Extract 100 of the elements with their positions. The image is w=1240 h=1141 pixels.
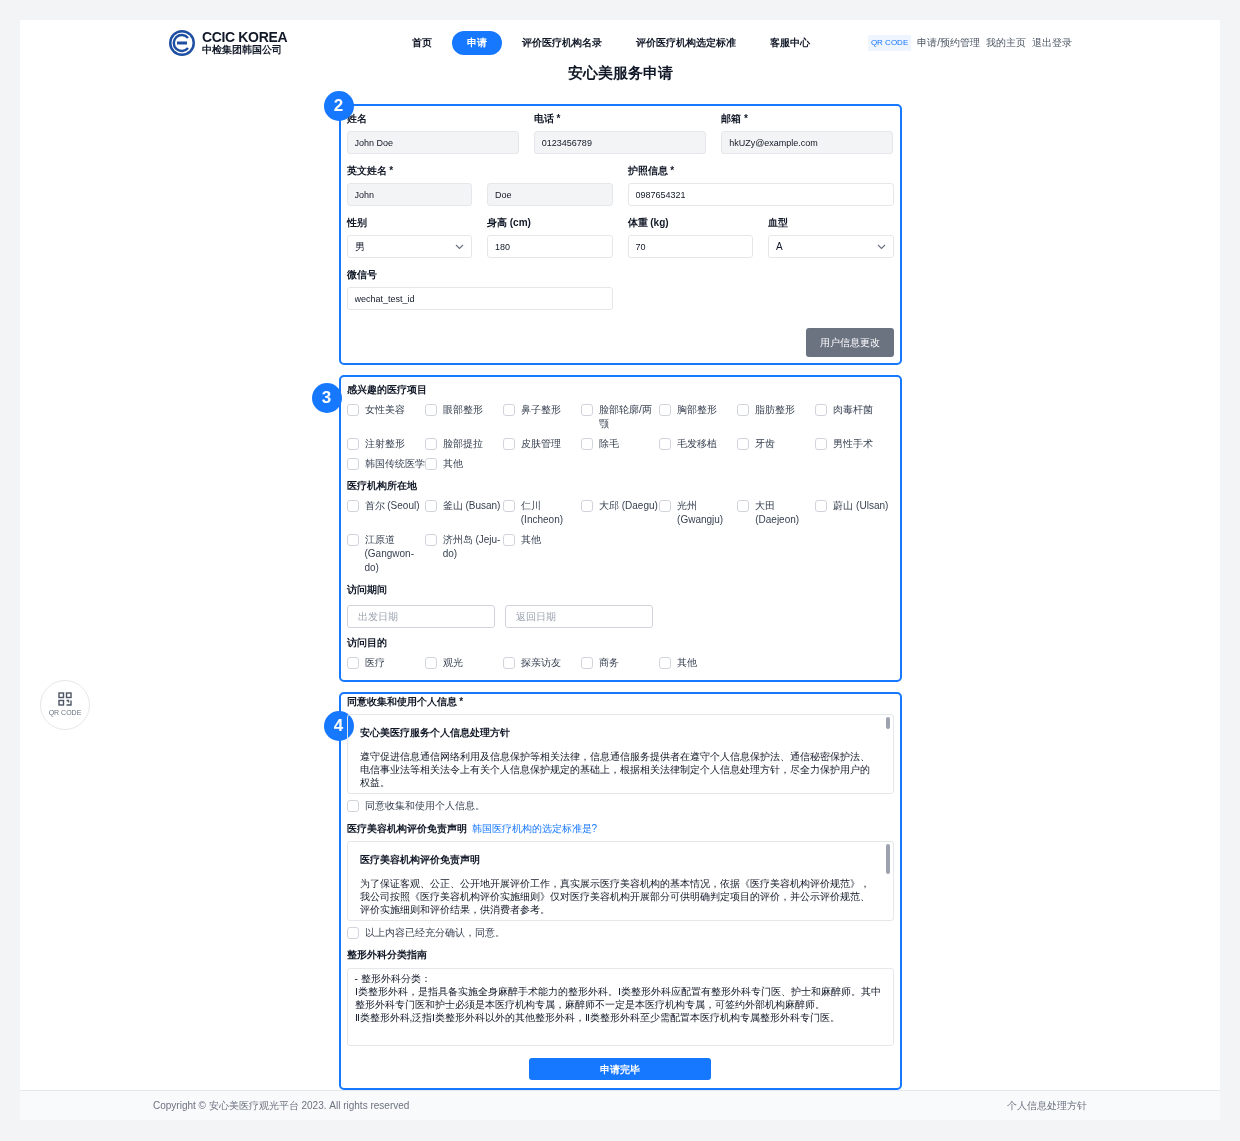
field-label: 电话 * [533, 112, 562, 127]
input-field[interactable]: 70 [627, 235, 753, 259]
checkbox-option[interactable]: 毛发移植 [659, 437, 738, 452]
checkbox-option[interactable]: 眼部整形 [424, 403, 503, 432]
checkbox-option[interactable]: 皮肤管理 [502, 437, 581, 452]
checkbox-option[interactable]: 其他 [424, 457, 503, 472]
checkbox[interactable] [346, 438, 359, 451]
checkbox[interactable] [737, 404, 750, 417]
field-label: 整形外科分类指南 [346, 948, 427, 963]
date-field[interactable]: 出发日期 [346, 605, 495, 629]
checkbox-option[interactable]: 仁川 (Incheon) [502, 499, 581, 528]
checkbox[interactable] [424, 438, 437, 451]
checkbox-option[interactable]: 女性美容 [346, 403, 425, 432]
field-label: 访问目的 [346, 636, 388, 651]
checkbox-option[interactable]: 蔚山 (Ulsan) [815, 499, 894, 528]
checkbox-option[interactable]: 商务 [580, 656, 660, 671]
nav-tab[interactable]: 申请 [452, 30, 502, 55]
checkbox-option[interactable]: 首尔 (Seoul) [346, 499, 425, 528]
checkbox-option[interactable]: 光州 (Gwangju) [659, 499, 738, 528]
checkbox[interactable] [815, 404, 828, 417]
field-label: 邮箱 * [721, 112, 749, 127]
checkbox[interactable] [502, 534, 515, 547]
nav-tab[interactable]: 客服中心 [756, 30, 824, 55]
checkbox-option[interactable]: 济州岛 (Jeju-do) [424, 533, 503, 576]
checkbox-option[interactable]: 釜山 (Busan) [424, 499, 503, 528]
checkbox[interactable] [346, 927, 359, 940]
checkbox-option[interactable]: 韩国传统医学 [346, 457, 425, 472]
checkbox-option[interactable]: 牙齿 [737, 437, 816, 452]
input-field[interactable]: John [346, 183, 472, 207]
checkbox-option[interactable]: 江原道 (Gangwon-do) [346, 533, 425, 576]
checkbox-option[interactable]: 其他 [659, 656, 738, 671]
checkbox[interactable] [502, 657, 515, 670]
checkbox-option[interactable]: 医疗 [346, 656, 425, 671]
policy-paragraph: 为了保证客观、公正、公开地开展评价工作，真实展示医疗美容机构的基本情况，依据《医疗美容机构评价规范》，我公司按照《医疗美容机构评价实施细则》仅对医疗美容机构开展部分可供明确判定项目的评价，并公示评价规范、评价实施细则和评价结果，供消费者参考。 [359, 877, 871, 917]
checkbox[interactable] [346, 657, 359, 670]
checkbox-option[interactable]: 大邱 (Daegu) [580, 499, 660, 528]
input-field[interactable]: John Doe [346, 131, 519, 155]
checkbox[interactable] [502, 404, 515, 417]
checkbox-option[interactable]: 除毛 [580, 437, 660, 452]
qr-code-link[interactable]: QR CODE [867, 34, 912, 51]
input-field[interactable]: 180 [487, 235, 613, 259]
header-link[interactable]: 申请/预约管理 [917, 35, 980, 51]
update-info-button[interactable]: 用户信息更改 [805, 328, 894, 358]
field-label: 护照信息 * [627, 164, 676, 179]
checkbox-option[interactable]: 脸部轮廓/两颚 [580, 403, 660, 432]
checkbox[interactable] [659, 500, 672, 513]
checkbox[interactable] [346, 404, 359, 417]
nav-tab[interactable]: 评价医疗机构名录 [508, 30, 616, 55]
checkbox[interactable] [424, 500, 437, 513]
privacy-policy-link[interactable]: 个人信息处理方针 [1007, 1098, 1087, 1114]
checkbox[interactable] [580, 657, 593, 670]
checkbox[interactable] [815, 438, 828, 451]
date-field[interactable]: 返回日期 [504, 605, 653, 629]
select-field[interactable]: 男 [346, 235, 472, 259]
checkbox-option[interactable]: 脸部提拉 [424, 437, 503, 452]
checkbox[interactable] [580, 438, 593, 451]
checkbox[interactable] [502, 438, 515, 451]
checkbox[interactable] [737, 500, 750, 513]
checkbox[interactable] [424, 657, 437, 670]
nav-tab[interactable]: 首页 [398, 30, 446, 55]
checkbox[interactable] [424, 458, 437, 471]
checkbox[interactable] [346, 500, 359, 513]
input-field[interactable]: Doe [487, 183, 613, 207]
input-field[interactable]: 0123456789 [533, 131, 707, 155]
checkbox[interactable] [815, 500, 828, 513]
checkbox-option[interactable]: 鼻子整形 [502, 403, 581, 432]
checkbox-option[interactable]: 探亲访友 [502, 656, 581, 671]
checkbox-option[interactable]: 脂肪整形 [737, 403, 816, 432]
checkbox-option[interactable]: 同意收集和使用个人信息。 [346, 799, 894, 814]
submit-button[interactable]: 申请完毕 [529, 1058, 711, 1081]
checkbox[interactable] [659, 438, 672, 451]
field-label: 微信号 [346, 268, 378, 283]
copyright-text: Copyright © 安心美医疗观光平台 2023. All rights reserved [153, 1099, 410, 1114]
checkbox[interactable] [737, 438, 750, 451]
input-field[interactable]: 0987654321 [627, 183, 894, 207]
nav-tab[interactable]: 评价医疗机构选定标准 [622, 30, 750, 55]
checkbox-option[interactable]: 胸部整形 [659, 403, 738, 432]
checkbox-option[interactable]: 男性手术 [815, 437, 894, 452]
checkbox-option[interactable]: 观光 [424, 656, 503, 671]
select-field[interactable]: A [768, 235, 894, 259]
checkbox[interactable] [346, 534, 359, 547]
checkbox[interactable] [346, 800, 359, 813]
checkbox[interactable] [424, 404, 437, 417]
checkbox[interactable] [424, 534, 437, 547]
criteria-link[interactable]: 韩国医疗机构的选定标准是? [471, 821, 598, 837]
checkbox[interactable] [580, 500, 593, 513]
checkbox[interactable] [659, 657, 672, 670]
checkbox-option[interactable]: 以上内容已经充分确认，同意。 [346, 926, 894, 941]
checkbox[interactable] [659, 404, 672, 417]
header-link[interactable]: 我的主页 [986, 35, 1026, 51]
checkbox-option[interactable]: 肉毒杆菌 [815, 403, 894, 432]
checkbox[interactable] [502, 500, 515, 513]
checkbox-option[interactable]: 注射整形 [346, 437, 425, 452]
checkbox-option[interactable]: 大田 (Daejeon) [737, 499, 816, 528]
input-field[interactable]: hkUZy@example.com [721, 131, 894, 155]
header-link[interactable]: 退出登录 [1032, 35, 1072, 51]
input-field[interactable]: wechat_test_id [346, 287, 613, 311]
checkbox-option[interactable]: 其他 [502, 533, 581, 576]
checkbox[interactable] [580, 404, 593, 417]
checkbox[interactable] [346, 458, 359, 471]
